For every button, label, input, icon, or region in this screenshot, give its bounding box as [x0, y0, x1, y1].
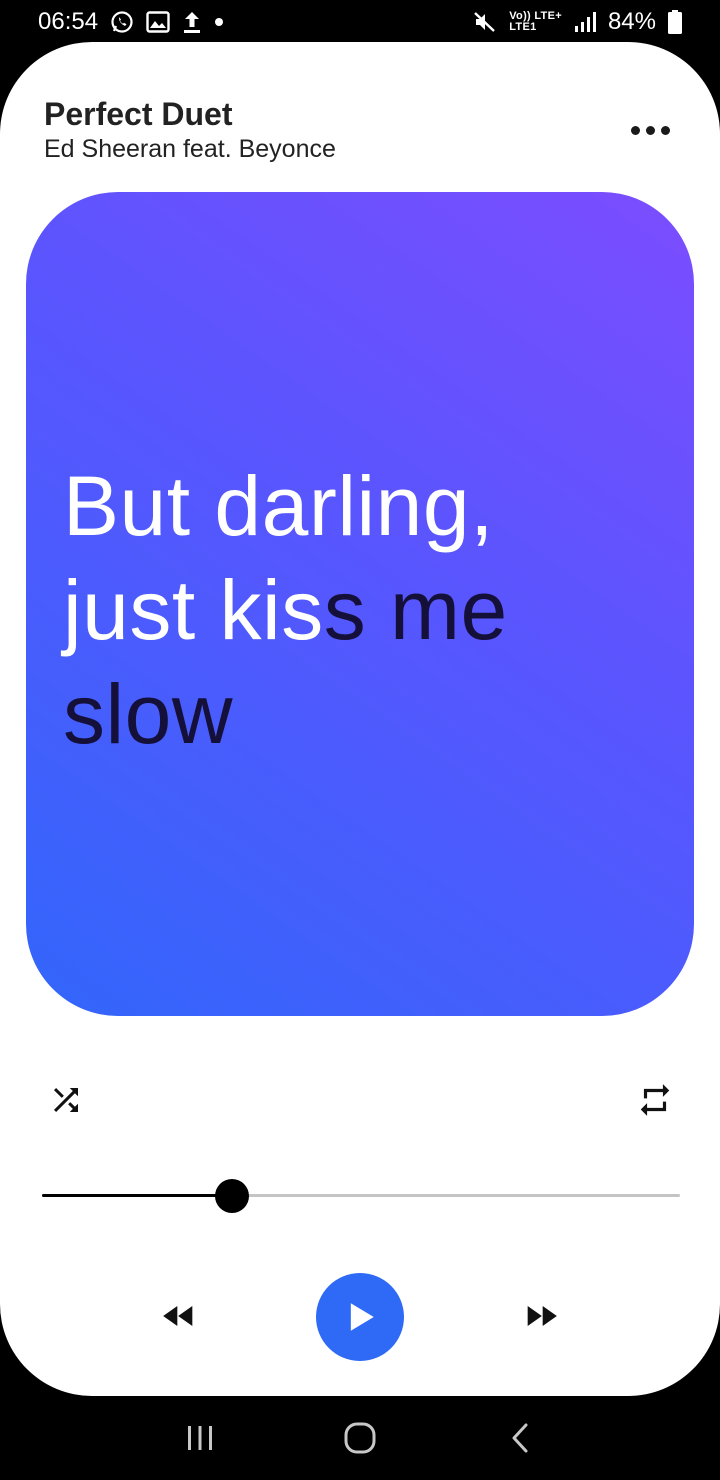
back-button[interactable]	[490, 1408, 550, 1468]
system-nav-bar	[0, 1396, 720, 1480]
lyric-line-1: But darling,	[63, 454, 663, 558]
status-bar: 06:54 Vo)) LTE+ LTE1 84%	[0, 0, 720, 44]
network-labels: Vo)) LTE+ LTE1	[509, 11, 562, 33]
repeat-icon	[640, 1084, 670, 1116]
more-options-button[interactable]	[624, 114, 676, 146]
rewind-icon	[163, 1306, 193, 1326]
home-button[interactable]	[330, 1408, 390, 1468]
home-icon	[344, 1422, 376, 1454]
battery-icon	[668, 10, 682, 34]
more-horizontal-icon	[630, 125, 640, 135]
mute-icon	[473, 10, 497, 34]
song-artist: Ed Sheeran feat. Beyonce	[44, 135, 336, 163]
shuffle-icon	[54, 1088, 78, 1112]
lyric-unsung: slow	[63, 667, 234, 761]
signal-icon	[574, 11, 596, 33]
song-title: Perfect Duet	[44, 96, 233, 132]
more-dot	[645, 125, 655, 135]
status-left: 06:54	[38, 8, 224, 36]
back-icon	[512, 1423, 528, 1453]
battery-percent: 84%	[607, 8, 656, 35]
repeat-button[interactable]	[632, 1078, 678, 1122]
lyric-line-3: slow	[63, 662, 663, 766]
play-icon	[350, 1303, 374, 1331]
shuffle-button[interactable]	[44, 1078, 88, 1122]
upload-icon	[182, 10, 202, 34]
seek-progress	[42, 1194, 233, 1197]
lyric-sung: But darling,	[63, 459, 494, 553]
lyrics-text: But darling, just kiss me slow	[63, 454, 663, 766]
fast-forward-icon	[527, 1306, 557, 1326]
seek-bar[interactable]	[42, 1178, 680, 1214]
seek-thumb[interactable]	[215, 1179, 250, 1213]
lyric-sung: just kis	[63, 563, 324, 657]
recents-icon	[188, 1426, 212, 1450]
status-time: 06:54	[38, 8, 99, 35]
lyric-line-2: just kiss me	[63, 558, 663, 662]
gallery-icon	[146, 11, 170, 33]
rewind-button[interactable]	[156, 1296, 202, 1336]
status-right: Vo)) LTE+ LTE1 84%	[473, 8, 682, 36]
lyrics-card: But darling, just kiss me slow	[26, 192, 694, 1016]
fast-forward-button[interactable]	[518, 1296, 564, 1336]
network-bottom-label: LTE1	[509, 21, 537, 33]
recents-button[interactable]	[170, 1408, 230, 1468]
lyric-unsung: s me	[323, 563, 508, 657]
play-button[interactable]	[316, 1273, 404, 1361]
more-dot	[660, 125, 670, 135]
dot-icon	[214, 17, 224, 27]
whatsapp-icon	[110, 10, 134, 34]
